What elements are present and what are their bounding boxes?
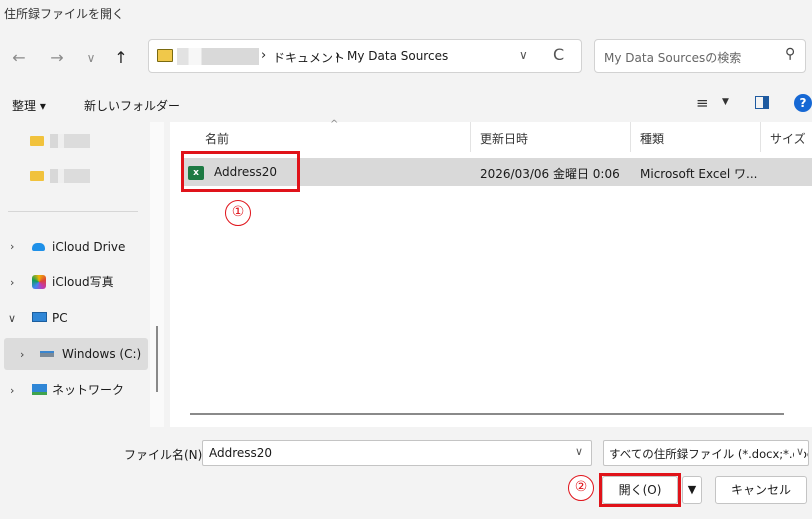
collapse-chevron-icon[interactable]: ∨ (8, 312, 16, 325)
sidebar-divider (8, 211, 138, 212)
photos-icon (32, 275, 46, 289)
new-folder-button[interactable]: 新しいフォルダー (84, 97, 180, 114)
step-2-marker: ② (568, 475, 594, 501)
sidebar-item-redacted-2[interactable] (30, 165, 130, 187)
address-dropdown-icon[interactable]: ∨ (519, 48, 528, 62)
filename-value: Address20 (209, 446, 273, 460)
search-placeholder: My Data Sourcesの検索 (604, 51, 742, 65)
window-title: 住所録ファイルを開く (4, 7, 125, 21)
sidebar-item-label: ネットワーク (52, 383, 125, 397)
view-options-icon[interactable]: ≡ (696, 94, 709, 112)
up-button[interactable]: ↑ (110, 47, 132, 69)
filetype-select[interactable]: すべての住所録ファイル (*.docx;*.doc ∨ (603, 440, 809, 466)
column-header-size[interactable]: サイズ (770, 130, 806, 147)
redacted-label (50, 134, 90, 148)
forward-button[interactable]: → (46, 47, 68, 69)
chevron-down-icon: ∨ (794, 445, 805, 458)
recent-locations-button[interactable]: ∨ (80, 47, 102, 69)
chevron-down-icon: ∨ (86, 51, 96, 65)
highlight-box-file (181, 151, 300, 192)
column-separator[interactable] (760, 122, 761, 152)
sidebar-item-windows-c[interactable]: Windows (C:) (40, 343, 145, 365)
search-icon: ⚲ (785, 46, 796, 62)
search-input[interactable]: My Data Sourcesの検索 ⚲ (594, 39, 806, 73)
horizontal-scrollbar[interactable] (190, 413, 784, 415)
sidebar-item-pc[interactable]: PC (32, 307, 147, 329)
column-separator[interactable] (630, 122, 631, 152)
preview-pane-icon[interactable] (755, 96, 769, 109)
filetype-value: すべての住所録ファイル (*.docx;*.doc (609, 447, 809, 461)
column-header-modified[interactable]: 更新日時 (480, 130, 528, 147)
up-arrow-icon: ↑ (114, 48, 128, 67)
sidebar-item-icloud-photos[interactable]: iCloud写真 (32, 271, 147, 293)
cancel-button[interactable]: キャンセル (715, 476, 807, 504)
file-modified: 2026/03/06 金曜日 0:06 (480, 167, 620, 181)
highlight-box-open (599, 473, 681, 507)
back-button[interactable]: ← (8, 47, 30, 69)
navigation-pane-scrollbar-thumb[interactable] (156, 326, 158, 392)
expand-chevron-icon[interactable]: › (10, 276, 14, 289)
expand-chevron-icon[interactable]: › (10, 240, 14, 253)
step-1-marker: ① (225, 200, 251, 226)
refresh-icon[interactable]: C (553, 45, 564, 64)
sort-ascending-icon: ^ (330, 119, 339, 130)
redacted-label (50, 169, 90, 183)
forward-arrow-icon: → (50, 48, 64, 67)
breadcrumb-separator-icon: › (335, 48, 341, 63)
expand-chevron-icon[interactable]: › (10, 384, 14, 397)
folder-location-icon (157, 49, 173, 62)
sidebar-item-network[interactable]: ネットワーク (32, 379, 147, 401)
breadcrumb-separator-icon: › (261, 48, 267, 63)
computer-icon (32, 312, 47, 322)
help-icon[interactable]: ? (794, 94, 812, 112)
column-separator[interactable] (470, 122, 471, 152)
folder-icon (30, 136, 44, 146)
chevron-down-icon[interactable]: ∨ (575, 445, 583, 458)
column-header-name[interactable]: 名前 (205, 130, 229, 147)
cloud-icon (32, 243, 45, 251)
filename-label: ファイル名(N): (124, 448, 207, 462)
filename-input[interactable]: Address20 ∨ (202, 440, 592, 466)
column-header-type[interactable]: 種類 (640, 130, 664, 147)
organize-menu-button[interactable]: 整理 ▾ (12, 97, 46, 114)
folder-icon (30, 171, 44, 181)
sidebar-item-label: PC (52, 311, 68, 325)
title-bar: 住所録ファイルを開く (0, 0, 812, 28)
sidebar-item-redacted-1[interactable] (30, 130, 130, 152)
view-dropdown-icon[interactable]: ▼ (722, 97, 729, 107)
file-type: Microsoft Excel ワ... (640, 167, 758, 181)
redacted-path-segment (177, 48, 259, 65)
breadcrumb-my-data-sources[interactable]: My Data Sources (347, 49, 448, 63)
back-arrow-icon: ← (12, 48, 26, 67)
sidebar-item-label: iCloud Drive (52, 240, 126, 254)
expand-chevron-icon[interactable]: › (20, 348, 24, 361)
open-options-button[interactable]: ▼ (682, 476, 702, 504)
sidebar-item-label: Windows (C:) (62, 347, 142, 361)
sidebar-item-label: iCloud写真 (52, 275, 114, 289)
sidebar-item-icloud-drive[interactable]: iCloud Drive (32, 236, 147, 258)
network-icon (32, 384, 47, 395)
drive-icon (40, 351, 54, 357)
address-bar[interactable]: › ドキュメント › My Data Sources ∨ C (148, 39, 582, 73)
